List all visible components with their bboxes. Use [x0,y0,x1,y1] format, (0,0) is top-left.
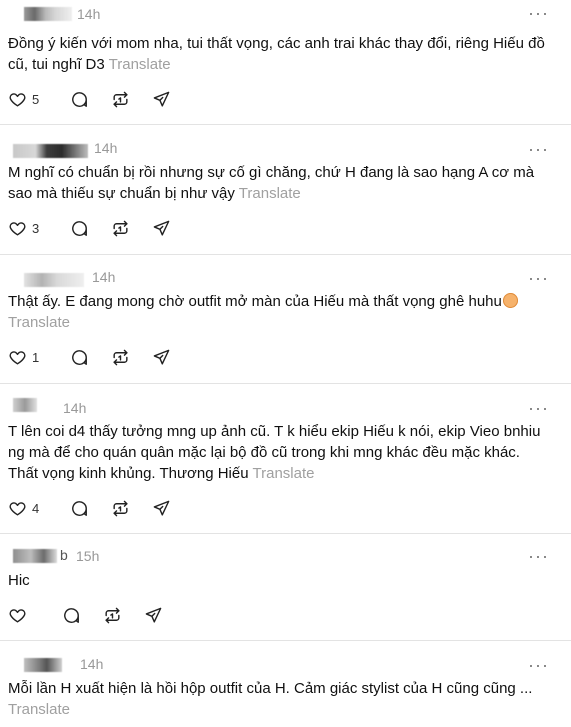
translate-link[interactable]: Translate [109,56,171,73]
comment-bubble-icon [70,499,89,518]
username-blurred[interactable] [24,658,62,672]
post-text: M nghĩ có chuẩn bị rồi nhưng sự cố gì ch… [8,164,535,202]
reply-button[interactable] [62,606,81,625]
more-options-button[interactable]: ··· [528,399,549,417]
heart-icon [8,90,27,109]
heart-icon [8,219,27,238]
repost-button[interactable] [111,90,130,109]
reply-button[interactable] [70,348,89,367]
translate-link[interactable]: Translate [8,314,70,331]
post-header: 14h ··· [0,125,571,158]
repost-icon [111,348,130,367]
username-trail[interactable]: b [60,547,68,563]
post-header: 14h ··· [0,0,571,22]
username-blurred[interactable] [13,144,88,158]
repost-icon [111,90,130,109]
translate-link[interactable]: Translate [253,465,315,482]
post-time[interactable]: 14h [77,6,100,22]
reply-post: 14h ··· T lên coi d4 thấy tưởng mng up ả… [0,384,571,534]
reply-button[interactable] [70,219,89,238]
more-options-button[interactable]: ··· [528,140,549,158]
like-button[interactable] [8,606,40,625]
like-button[interactable]: 5 [8,90,48,109]
send-icon [152,219,171,238]
more-options-button[interactable]: ··· [528,4,549,22]
reply-feed: 14h ··· Đồng ý kiến với mom nha, tui thấ… [0,0,571,727]
send-icon [152,348,171,367]
post-text: Mỗi lần H xuất hiện là hồi hộp outfit củ… [8,680,533,718]
reply-post: 14h ··· Mỗi lần H xuất hiện là hồi hộp o… [0,641,571,727]
username-blurred[interactable] [24,273,84,287]
reply-post: 14h ··· Đồng ý kiến với mom nha, tui thấ… [0,0,571,125]
post-actions [8,605,185,625]
post-time[interactable]: 15h [76,548,99,564]
post-text: Thật ấy. E đang mong chờ outfit mở màn c… [8,291,549,333]
comment-bubble-icon [70,219,89,238]
reply-post: b 15h ··· Hic [0,534,571,641]
like-button[interactable]: 4 [8,499,48,518]
send-icon [152,90,171,109]
post-header: b 15h ··· [0,534,571,565]
reply-post: 14h ··· M nghĩ có chuẩn bị rồi nhưng sự … [0,125,571,255]
repost-button[interactable] [103,606,122,625]
comment-bubble-icon [70,348,89,367]
reply-button[interactable] [70,90,89,109]
post-actions: 3 [8,218,193,238]
heart-icon [8,606,27,625]
more-options-button[interactable]: ··· [528,269,549,287]
post-time[interactable]: 14h [94,140,117,156]
share-button[interactable] [152,90,171,109]
repost-icon [111,219,130,238]
like-count: 1 [32,349,40,365]
more-options-button[interactable]: ··· [528,547,549,565]
translate-link[interactable]: Translate [8,701,70,718]
post-text: Hic [8,572,30,589]
comment-bubble-icon [62,606,81,625]
heart-icon [8,499,27,518]
post-actions: 4 [8,498,193,518]
username-blurred[interactable] [24,7,72,21]
share-button[interactable] [152,219,171,238]
post-text: Đồng ý kiến với mom nha, tui thất vọng, … [8,35,545,73]
repost-button[interactable] [111,219,130,238]
post-header: 14h ··· [0,255,571,287]
more-options-button[interactable]: ··· [528,656,549,674]
post-text: T lên coi d4 thấy tưởng mng up ảnh cũ. T… [8,423,541,482]
repost-icon [103,606,122,625]
translate-link[interactable]: Translate [239,185,301,202]
share-button[interactable] [152,348,171,367]
like-count: 3 [32,220,40,236]
repost-button[interactable] [111,499,130,518]
username-blurred[interactable] [13,549,57,563]
post-time[interactable]: 14h [80,656,103,672]
share-button[interactable] [144,606,163,625]
repost-icon [111,499,130,518]
post-header: 14h ··· [0,641,571,674]
pleading-face-emoji [502,293,518,308]
share-button[interactable] [152,499,171,518]
like-count: 4 [32,500,40,516]
post-time[interactable]: 14h [92,269,115,285]
like-count: 5 [32,91,40,107]
heart-icon [8,348,27,367]
send-icon [144,606,163,625]
comment-bubble-icon [70,90,89,109]
reply-button[interactable] [70,499,89,518]
send-icon [152,499,171,518]
repost-button[interactable] [111,348,130,367]
post-header: 14h ··· [0,384,571,417]
post-actions: 5 [8,89,193,109]
username-blurred[interactable] [13,398,37,412]
like-button[interactable]: 3 [8,219,48,238]
like-button[interactable]: 1 [8,348,48,367]
reply-post: 14h ··· Thật ấy. E đang mong chờ outfit … [0,255,571,384]
post-time[interactable]: 14h [63,400,86,416]
post-actions: 1 [8,347,193,367]
